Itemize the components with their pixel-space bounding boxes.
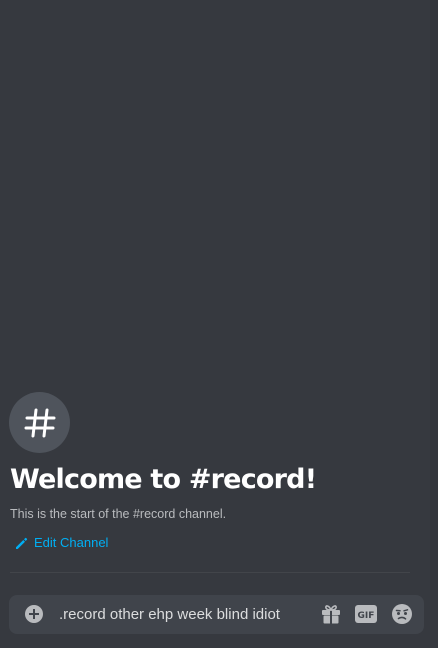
add-attachment-button[interactable]: [23, 603, 45, 625]
channel-avatar: [9, 392, 70, 453]
chat-view: Welcome to #record! This is the start of…: [0, 0, 438, 648]
pencil-icon: [16, 537, 28, 549]
gif-label: GIF: [358, 611, 375, 621]
edit-channel-link[interactable]: Edit Channel: [15, 534, 108, 552]
hash-icon: [24, 408, 55, 437]
welcome-title: Welcome to #record!: [10, 464, 317, 495]
scrollbar-thumb[interactable]: [430, 0, 438, 590]
emoji-button[interactable]: [391, 603, 413, 625]
emoji-icon: [392, 604, 412, 624]
gift-icon: [322, 605, 340, 624]
plus-circle-icon: [25, 605, 43, 623]
welcome-subtitle: This is the start of the #record channel…: [10, 507, 227, 521]
gif-button[interactable]: GIF: [355, 603, 377, 625]
edit-channel-label: Edit Channel: [34, 535, 109, 550]
message-composer: .record other ehp week blind idiot GIF: [9, 595, 424, 634]
divider: [10, 572, 410, 573]
gif-icon: GIF: [355, 605, 377, 623]
message-input[interactable]: .record other ehp week blind idiot: [59, 595, 309, 634]
gift-button[interactable]: [320, 603, 342, 625]
